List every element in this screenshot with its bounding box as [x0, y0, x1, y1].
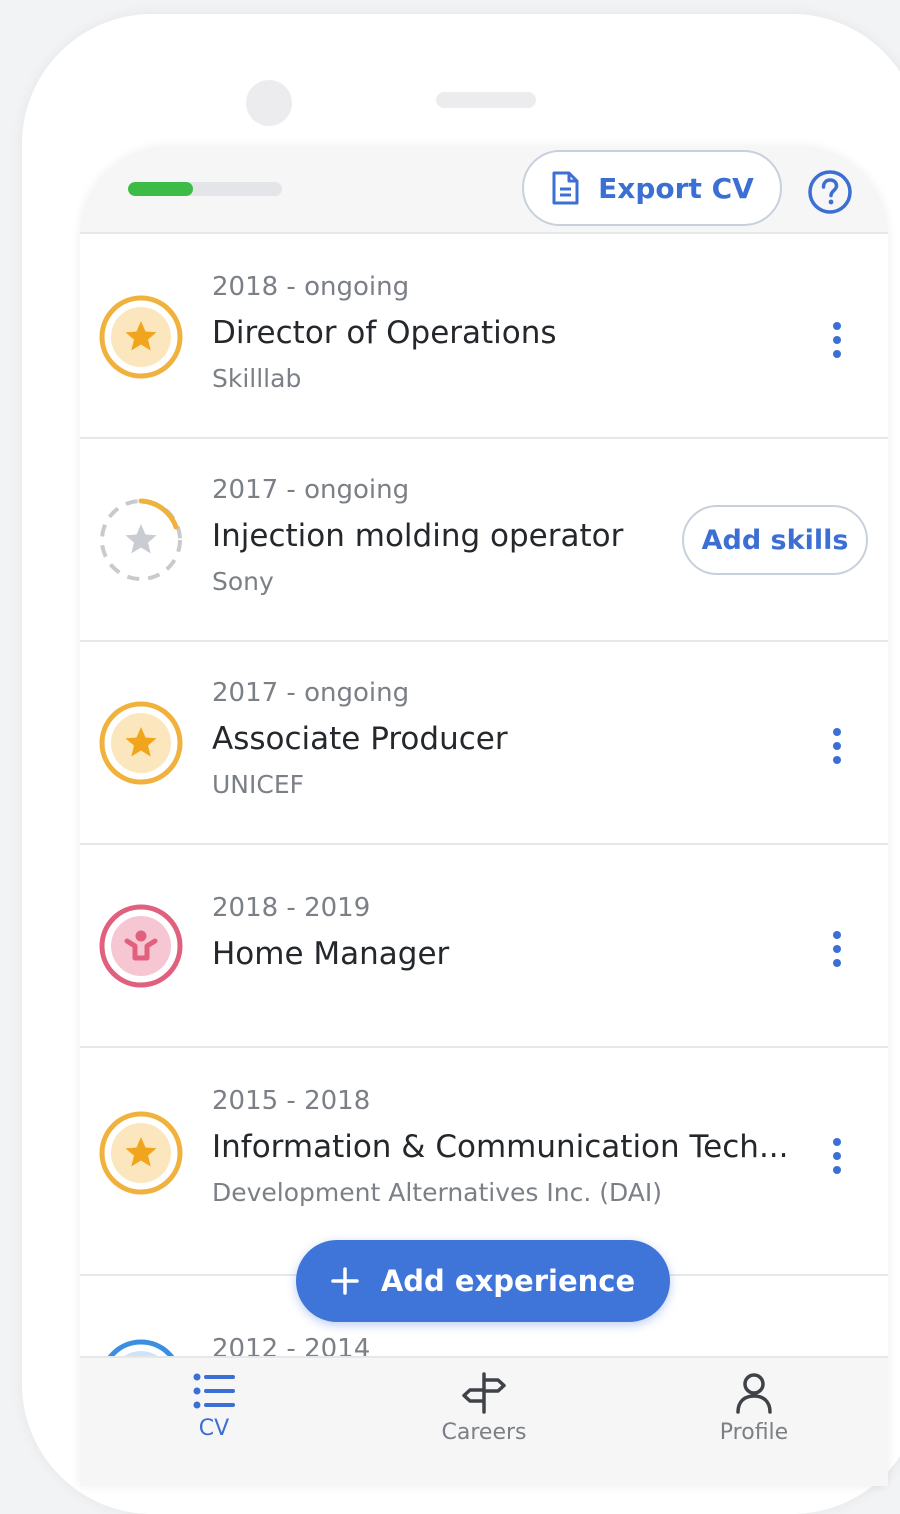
experience-dates: 2017 - ongoing: [212, 475, 410, 505]
experience-title: Injection molding operator: [212, 518, 624, 554]
experience-company: Development Alternatives Inc. (DAI): [212, 1178, 663, 1207]
experience-company: UNICEF: [212, 770, 305, 799]
more-options-icon[interactable]: [822, 1136, 852, 1176]
experience-dates: 2018 - 2019: [212, 893, 371, 923]
experience-item[interactable]: 2018 - ongoing Director of Operations Sk…: [80, 236, 888, 439]
experience-item[interactable]: 2017 - ongoing Associate Producer UNICEF: [80, 642, 888, 845]
help-button[interactable]: [807, 169, 853, 215]
experience-dates: 2018 - ongoing: [212, 272, 410, 302]
experience-title: Information & Communication Tech...: [212, 1129, 789, 1165]
front-camera: [246, 80, 292, 126]
nav-profile-label: Profile: [719, 1420, 789, 1445]
experience-title: Associate Producer: [212, 721, 508, 757]
phone-frame: Export CV 2018 - ongoing Director of Ope…: [22, 14, 900, 1514]
more-options-icon[interactable]: [822, 726, 852, 766]
document-icon: [552, 171, 579, 205]
person-badge-icon: [99, 904, 183, 988]
signpost-icon: [462, 1372, 506, 1414]
experience-title: Director of Operations: [212, 315, 557, 351]
add-skills-button[interactable]: Add skills: [682, 505, 868, 575]
star-badge-incomplete-icon: [100, 498, 182, 581]
profile-progress-bar: [128, 182, 282, 196]
export-cv-button[interactable]: Export CV: [522, 150, 782, 226]
experience-dates: 2017 - ongoing: [212, 678, 410, 708]
more-options-icon[interactable]: [822, 320, 852, 360]
more-options-icon[interactable]: [822, 929, 852, 969]
person-icon: [736, 1373, 772, 1414]
app-screen: Export CV 2018 - ongoing Director of Ope…: [80, 146, 888, 1486]
question-circle-icon: [808, 170, 852, 214]
star-badge-icon: [99, 295, 183, 379]
list-icon: [193, 1373, 235, 1409]
star-badge-icon: [99, 1111, 183, 1195]
add-experience-button[interactable]: Add experience: [296, 1240, 670, 1322]
bottom-navigation: CV Careers Profile: [80, 1356, 888, 1486]
star-badge-icon: [99, 701, 183, 785]
top-bar: Export CV: [80, 146, 888, 234]
experience-title: Home Manager: [212, 936, 450, 972]
experience-list: 2018 - ongoing Director of Operations Sk…: [80, 236, 888, 1278]
experience-dates: 2015 - 2018: [212, 1086, 371, 1116]
nav-cv-label: CV: [198, 1416, 230, 1441]
experience-item[interactable]: 2017 - ongoing Injection molding operato…: [80, 439, 888, 642]
nav-careers-label: Careers: [441, 1420, 527, 1445]
plus-icon: [331, 1267, 359, 1295]
experience-item[interactable]: 2018 - 2019 Home Manager: [80, 845, 888, 1048]
progress-fill: [128, 182, 193, 196]
add-experience-label: Add experience: [380, 1264, 636, 1298]
experience-company: Skilllab: [212, 364, 302, 393]
earpiece-speaker: [436, 92, 536, 108]
export-cv-label: Export CV: [598, 171, 754, 205]
experience-company: Sony: [212, 567, 274, 596]
